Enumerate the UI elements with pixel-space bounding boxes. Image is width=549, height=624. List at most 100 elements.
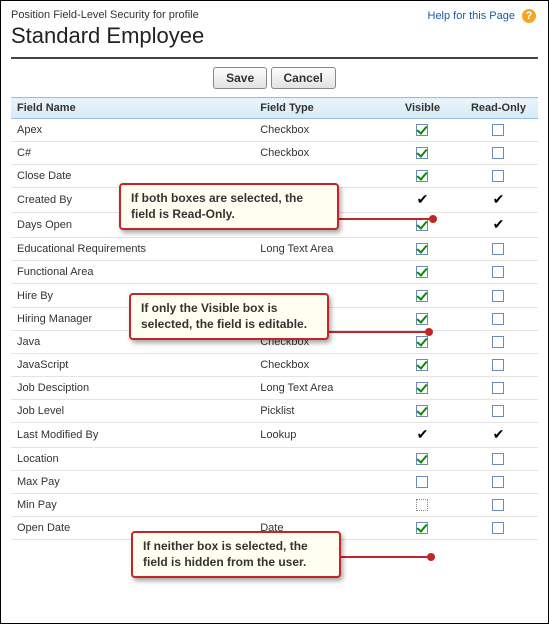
visible-cell (386, 448, 459, 471)
readonly-cell (459, 284, 538, 307)
readonly-cell (459, 399, 538, 422)
help-icon: ? (522, 9, 536, 23)
callout-readonly: If both boxes are selected, the field is… (119, 183, 339, 230)
field-name-cell: C# (11, 142, 254, 165)
readonly-checkbox[interactable] (492, 359, 504, 371)
visible-checkbox[interactable] (416, 219, 428, 231)
visible-checkbox[interactable] (416, 243, 428, 255)
visible-cell (386, 399, 459, 422)
readonly-checkbox[interactable] (492, 313, 504, 325)
table-row: Job LevelPicklist (11, 399, 538, 422)
readonly-checkbox[interactable] (492, 476, 504, 488)
field-type-cell (254, 494, 386, 517)
visible-checkbox[interactable] (416, 382, 428, 394)
readonly-checkbox[interactable] (492, 124, 504, 136)
table-row: Functional Area (11, 261, 538, 284)
visible-cell (386, 142, 459, 165)
visible-checkbox[interactable] (416, 313, 428, 325)
visible-checkbox[interactable] (416, 476, 428, 488)
visible-cell (386, 261, 459, 284)
readonly-checkbox[interactable] (492, 382, 504, 394)
readonly-cell: ✔ (459, 423, 538, 448)
field-name-cell: Job Level (11, 399, 254, 422)
readonly-cell: ✔ (459, 213, 538, 238)
cancel-button[interactable]: Cancel (271, 67, 336, 89)
field-name-cell: JavaScript (11, 353, 254, 376)
col-header-visible: Visible (386, 98, 459, 119)
readonly-checkbox[interactable] (492, 522, 504, 534)
table-row: Min Pay (11, 494, 538, 517)
save-button[interactable]: Save (213, 67, 267, 89)
visible-cell (386, 213, 459, 238)
visible-checkbox[interactable] (416, 170, 428, 182)
readonly-cell (459, 517, 538, 540)
field-type-cell (254, 261, 386, 284)
visible-locked-check-icon: ✔ (417, 426, 429, 442)
readonly-checkbox[interactable] (492, 243, 504, 255)
readonly-checkbox[interactable] (492, 147, 504, 159)
field-name-cell: Last Modified By (11, 423, 254, 448)
readonly-checkbox[interactable] (492, 266, 504, 278)
readonly-cell: ✔ (459, 188, 538, 213)
readonly-cell (459, 142, 538, 165)
visible-cell (386, 494, 459, 517)
visible-checkbox[interactable] (416, 359, 428, 371)
readonly-checkbox[interactable] (492, 336, 504, 348)
visible-cell (386, 376, 459, 399)
visible-checkbox[interactable] (416, 124, 428, 136)
readonly-checkbox[interactable] (492, 170, 504, 182)
readonly-cell (459, 307, 538, 330)
help-text: Help for this Page (428, 10, 515, 22)
field-name-cell: Functional Area (11, 261, 254, 284)
field-type-cell: Checkbox (254, 119, 386, 142)
field-name-cell: Apex (11, 119, 254, 142)
visible-checkbox[interactable] (416, 453, 428, 465)
visible-locked-check-icon: ✔ (417, 191, 429, 207)
field-type-cell: Lookup (254, 423, 386, 448)
field-name-cell: Location (11, 448, 254, 471)
visible-cell: ✔ (386, 188, 459, 213)
field-type-cell: Checkbox (254, 142, 386, 165)
visible-cell: ✔ (386, 423, 459, 448)
visible-cell (386, 284, 459, 307)
visible-cell (386, 119, 459, 142)
col-header-type: Field Type (254, 98, 386, 119)
callout-pointer-1 (339, 218, 431, 220)
callout-pointer-3 (341, 556, 429, 558)
readonly-cell (459, 238, 538, 261)
help-link[interactable]: Help for this Page ? (428, 9, 537, 23)
readonly-cell (459, 494, 538, 517)
readonly-cell (459, 330, 538, 353)
visible-cell (386, 353, 459, 376)
visible-checkbox[interactable] (416, 522, 428, 534)
readonly-locked-check-icon: ✔ (493, 216, 505, 232)
table-row: ApexCheckbox (11, 119, 538, 142)
readonly-cell (459, 448, 538, 471)
visible-checkbox[interactable] (416, 336, 428, 348)
readonly-cell (459, 261, 538, 284)
table-row: Job DesciptionLong Text Area (11, 376, 538, 399)
visible-checkbox[interactable] (416, 499, 428, 511)
field-type-cell: Long Text Area (254, 238, 386, 261)
table-row: JavaScriptCheckbox (11, 353, 538, 376)
visible-checkbox[interactable] (416, 290, 428, 302)
visible-checkbox[interactable] (416, 147, 428, 159)
readonly-checkbox[interactable] (492, 453, 504, 465)
readonly-checkbox[interactable] (492, 290, 504, 302)
callout-editable: If only the Visible box is selected, the… (129, 293, 329, 340)
visible-checkbox[interactable] (416, 405, 428, 417)
visible-cell (386, 307, 459, 330)
visible-cell (386, 517, 459, 540)
visible-cell (386, 165, 459, 188)
table-row: Max Pay (11, 471, 538, 494)
field-type-cell: Long Text Area (254, 376, 386, 399)
visible-cell (386, 471, 459, 494)
readonly-locked-check-icon: ✔ (493, 191, 505, 207)
readonly-checkbox[interactable] (492, 499, 504, 511)
readonly-checkbox[interactable] (492, 405, 504, 417)
field-type-cell: Checkbox (254, 353, 386, 376)
field-name-cell: Job Desciption (11, 376, 254, 399)
table-row: Last Modified ByLookup ✔ ✔ (11, 423, 538, 448)
visible-checkbox[interactable] (416, 266, 428, 278)
field-name-cell: Educational Requirements (11, 238, 254, 261)
